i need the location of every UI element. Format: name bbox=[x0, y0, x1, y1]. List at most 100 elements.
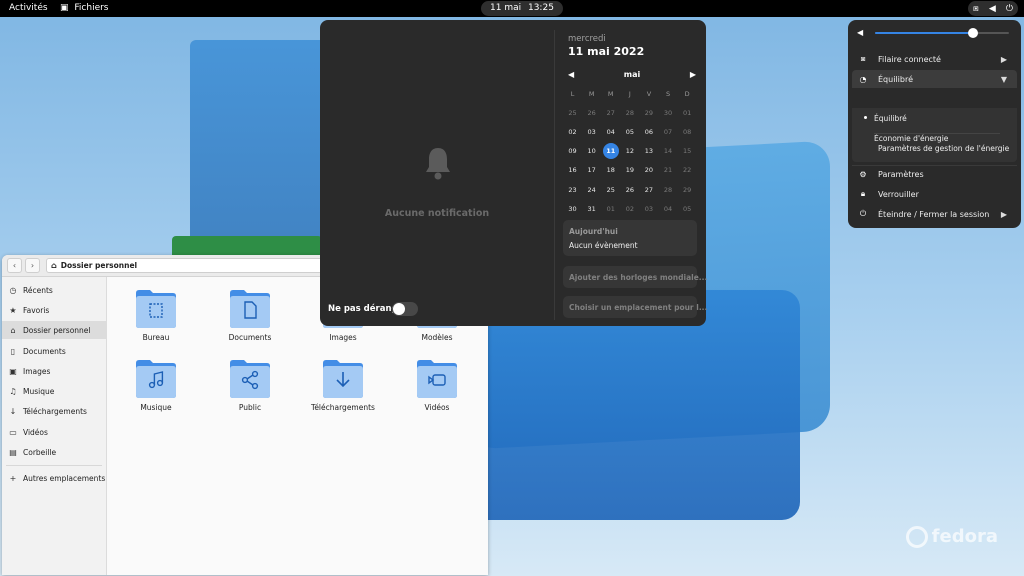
calendar-day[interactable]: 30 bbox=[563, 199, 582, 218]
calendar-day[interactable]: 29 bbox=[678, 180, 697, 199]
calendar-day[interactable]: 02 bbox=[620, 199, 639, 218]
calendar-pane: mercredi 11 mai 2022 mai ◀ ▶ L M M J V S D 25 26… bbox=[556, 20, 707, 326]
day-header: L bbox=[570, 89, 575, 98]
calendar-day-number: 27 bbox=[606, 108, 615, 117]
calendar-day[interactable]: 20 bbox=[639, 161, 658, 180]
sidebar-item-starred[interactable]: ★ Favoris bbox=[2, 301, 106, 319]
folder-item[interactable]: Public bbox=[210, 357, 290, 421]
fedora-wordmark: fedora bbox=[931, 526, 998, 547]
events-empty-label: Aucun évènement bbox=[569, 241, 638, 250]
calendar-day[interactable]: 06 bbox=[639, 122, 658, 141]
calendar-day[interactable]: 25 bbox=[563, 103, 582, 122]
sidebar-item-recent[interactable]: ◷ Récents bbox=[2, 281, 106, 299]
calendar-day[interactable]: 14 bbox=[658, 142, 677, 161]
volume-slider-handle[interactable] bbox=[967, 28, 978, 38]
calendar-day[interactable]: 26 bbox=[620, 180, 639, 199]
calendar-day[interactable]: 05 bbox=[620, 122, 639, 141]
calendar-day[interactable]: 28 bbox=[658, 180, 677, 199]
sidebar-item-other-locations[interactable]: + Autres emplacements bbox=[2, 469, 106, 487]
sidebar-item-trash[interactable]: ▤ Corbeille bbox=[2, 443, 106, 461]
do-not-disturb-switch[interactable] bbox=[392, 302, 418, 316]
system-tray-button[interactable]: ⧆ ◀ ⏻ bbox=[968, 1, 1018, 16]
app-menu-button[interactable]: ▣ Fichiers bbox=[60, 3, 109, 13]
folder-item[interactable]: Téléchargements bbox=[303, 357, 383, 421]
weekday-label[interactable]: mercredi bbox=[568, 34, 606, 44]
calendar-day[interactable]: 31 bbox=[582, 199, 601, 218]
calendar-day[interactable]: 01 bbox=[678, 103, 697, 122]
calendar-day[interactable]: 21 bbox=[658, 161, 677, 180]
clock-time: 13:25 bbox=[527, 3, 554, 13]
calendar-day[interactable]: 15 bbox=[678, 142, 697, 161]
calendar-day[interactable]: 03 bbox=[639, 199, 658, 218]
calendar-day[interactable]: 23 bbox=[563, 180, 582, 199]
power-mode-icon: ◔ bbox=[859, 74, 867, 84]
world-clocks-button[interactable]: Ajouter des horloges mondiale... bbox=[563, 266, 707, 288]
calendar-day[interactable]: 22 bbox=[678, 161, 697, 180]
forward-button[interactable]: › bbox=[25, 258, 40, 273]
calendar-day[interactable]: 27 bbox=[639, 180, 658, 199]
events-section[interactable]: Aujourd'hui Aucun évènement bbox=[563, 220, 697, 256]
calendar-day[interactable]: 27 bbox=[601, 103, 620, 122]
power-mode-balanced-option[interactable]: Équilibré bbox=[874, 114, 907, 123]
calendar-day-number: 17 bbox=[587, 166, 596, 175]
volume-icon: ◀ bbox=[988, 3, 996, 14]
folder-item[interactable]: Bureau bbox=[116, 287, 196, 351]
calendar-day-number: 22 bbox=[682, 166, 692, 175]
calendar-day[interactable]: 30 bbox=[658, 103, 677, 122]
calendar-day[interactable]: 28 bbox=[620, 103, 639, 122]
calendar-day[interactable]: 12 bbox=[620, 142, 639, 161]
calendar-day[interactable]: 25 bbox=[601, 180, 620, 199]
next-month-button[interactable]: ▶ bbox=[690, 70, 696, 79]
calendar-day-today[interactable]: 11 bbox=[601, 142, 620, 161]
sidebar-item-videos[interactable]: ▭ Vidéos bbox=[2, 423, 106, 441]
sidebar-item-downloads[interactable]: ↓ Téléchargements bbox=[2, 402, 106, 420]
folder-label: Vidéos bbox=[424, 403, 450, 412]
chevron-right-icon: ▶ bbox=[1000, 209, 1007, 219]
month-label: mai bbox=[623, 70, 641, 79]
calendar-day[interactable]: 10 bbox=[582, 142, 601, 161]
lock-item[interactable]: 🔒︎ Verrouiller bbox=[852, 185, 1017, 203]
sidebar-item-music[interactable]: ♫ Musique bbox=[2, 382, 106, 400]
calendar-day[interactable]: 05 bbox=[678, 199, 697, 218]
gear-icon: ⚙ bbox=[859, 169, 867, 179]
sidebar-item-documents[interactable]: ▯ Documents bbox=[2, 342, 106, 360]
calendar-day[interactable]: 04 bbox=[658, 199, 677, 218]
calendar-day[interactable]: 04 bbox=[601, 122, 620, 141]
folder-item[interactable]: Documents bbox=[210, 287, 290, 351]
calendar-day[interactable]: 16 bbox=[563, 161, 582, 180]
calendar-day[interactable]: 18 bbox=[601, 161, 620, 180]
calendar-day[interactable]: 09 bbox=[563, 142, 582, 161]
calendar-day[interactable]: 24 bbox=[582, 180, 601, 199]
files-app-icon: ▣ bbox=[60, 3, 69, 13]
full-date-label[interactable]: 11 mai 2022 bbox=[568, 45, 644, 58]
calendar-day-number: 30 bbox=[663, 108, 673, 117]
power-settings-item[interactable]: Paramètres de gestion de l'énergie bbox=[852, 139, 1017, 157]
back-button[interactable]: ‹ bbox=[7, 258, 22, 273]
previous-month-button[interactable]: ◀ bbox=[568, 70, 574, 79]
weather-button[interactable]: Choisir un emplacement pour l... bbox=[563, 296, 707, 318]
folder-item[interactable]: Musique bbox=[116, 357, 196, 421]
sidebar-item-label: Autres emplacements bbox=[23, 473, 106, 483]
settings-item[interactable]: ⚙ Paramètres bbox=[852, 165, 1017, 183]
wired-network-item[interactable]: ⧆ Filaire connecté ▶ bbox=[852, 50, 1017, 68]
clock-button[interactable]: 11 mai 13:25 bbox=[481, 1, 563, 16]
sidebar-item-home[interactable]: ⌂ Dossier personnel bbox=[2, 321, 106, 339]
folder-item[interactable]: Vidéos bbox=[397, 357, 477, 421]
calendar-day[interactable]: 01 bbox=[601, 199, 620, 218]
activities-button[interactable]: Activités bbox=[9, 3, 48, 13]
volume-slider[interactable] bbox=[875, 28, 1009, 38]
sidebar-item-images[interactable]: ▣ Images bbox=[2, 362, 106, 380]
power-off-item[interactable]: ⏻ Éteindre / Fermer la session ▶ bbox=[852, 205, 1017, 223]
calendar-day[interactable]: 02 bbox=[563, 122, 582, 141]
calendar-day[interactable]: 08 bbox=[678, 122, 697, 141]
power-mode-item[interactable]: ◔ Équilibré ▼ bbox=[852, 70, 1017, 88]
calendar-day[interactable]: 13 bbox=[639, 142, 658, 161]
trash-icon: ▤ bbox=[9, 447, 17, 457]
calendar-day[interactable]: 26 bbox=[582, 103, 601, 122]
calendar-day[interactable]: 07 bbox=[658, 122, 677, 141]
chevron-left-icon: ‹ bbox=[12, 261, 17, 270]
calendar-day[interactable]: 29 bbox=[639, 103, 658, 122]
calendar-day[interactable]: 17 bbox=[582, 161, 601, 180]
calendar-day[interactable]: 19 bbox=[620, 161, 639, 180]
calendar-day[interactable]: 03 bbox=[582, 122, 601, 141]
